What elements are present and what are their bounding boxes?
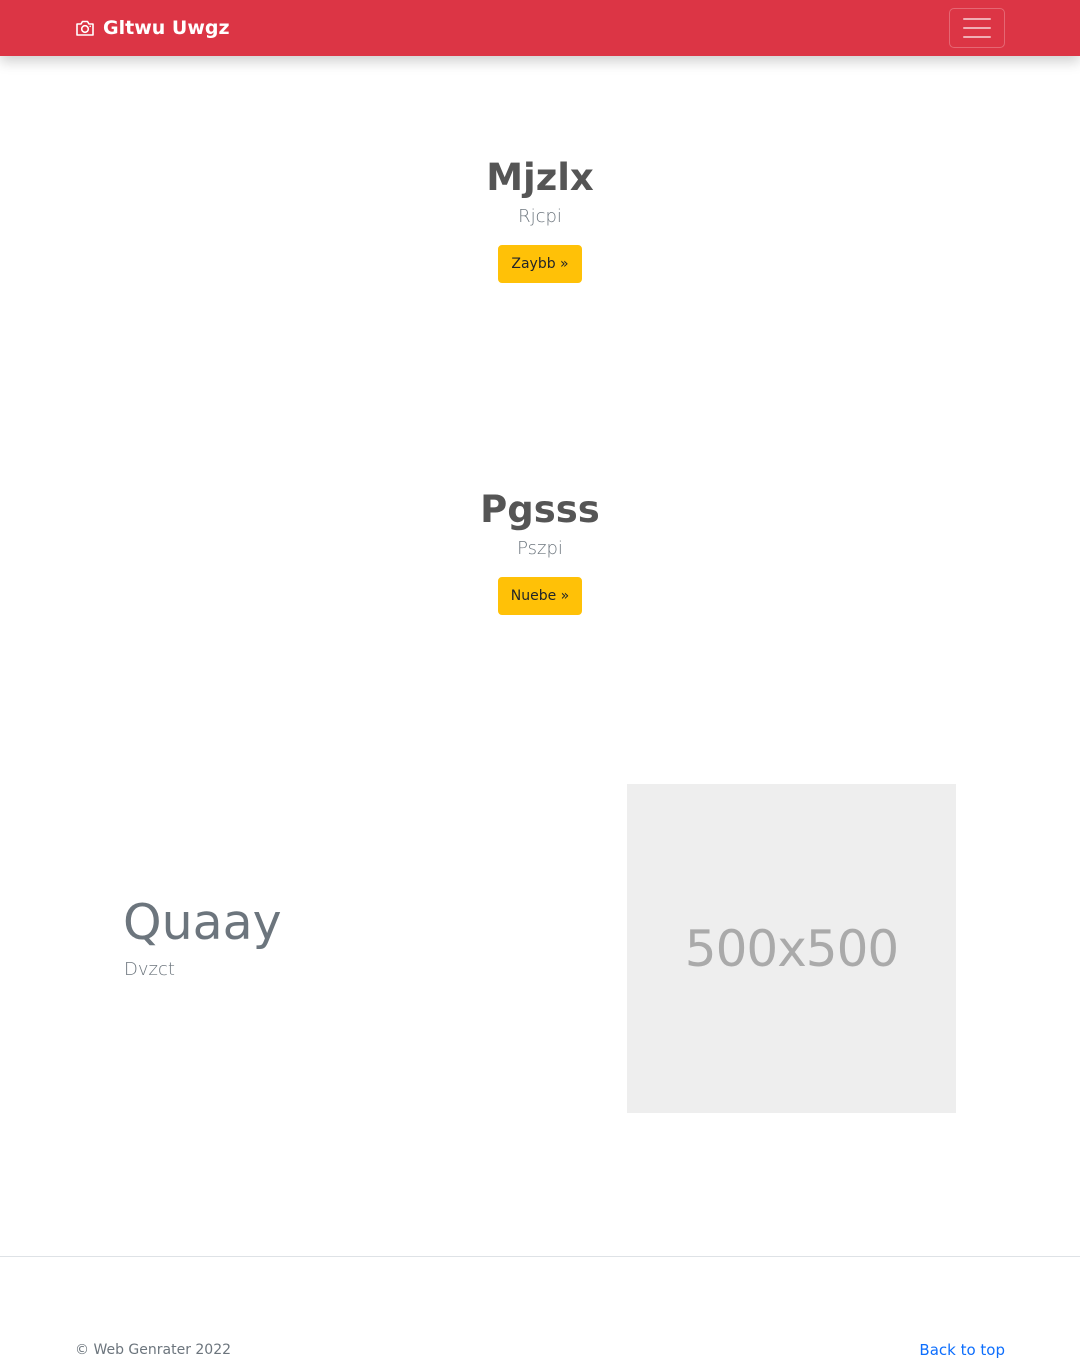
hamburger-menu-icon [963,17,991,39]
brand-link[interactable]: Gltwu Uwgz [75,0,230,56]
feature-title: Quaay [123,894,282,951]
hero-subtitle: Pszpi [517,538,563,559]
feature-image-placeholder: 500x500 [627,784,956,1113]
hero-section-1: Mjzlx Rjcpi Zaybb » [0,156,1080,283]
footer-divider [0,1256,1080,1257]
hero-cta-button[interactable]: Zaybb » [498,245,582,283]
navbar: Gltwu Uwgz [0,0,1080,56]
hero-title: Mjzlx [486,156,594,199]
back-to-top-link[interactable]: Back to top [919,1340,1005,1360]
placeholder-label: 500x500 [684,919,899,978]
hero-cta-button[interactable]: Nuebe » [497,577,583,615]
navbar-toggler-button[interactable] [949,8,1005,48]
hero-subtitle: Rjcpi [518,206,562,227]
hero-section-2: Pgsss Pszpi Nuebe » [0,488,1080,615]
feature-subtitle: Dvzct [124,959,175,980]
hero-title: Pgsss [480,488,600,531]
brand-name: Gltwu Uwgz [103,17,230,39]
copyright-text: © Web Genrater 2022 [75,1342,232,1358]
camera-icon [75,18,95,38]
